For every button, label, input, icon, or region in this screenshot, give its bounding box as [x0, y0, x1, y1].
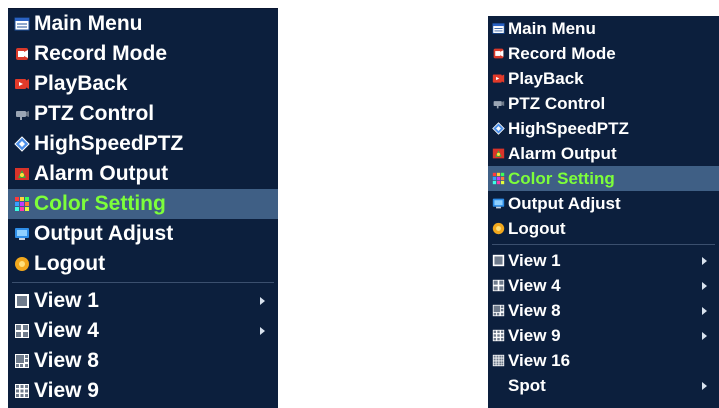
menu-item-label: View 4	[34, 319, 99, 342]
menu-item-label: Logout	[34, 252, 106, 275]
menu-item-label: View 1	[34, 289, 99, 312]
menu-item-label: PTZ Control	[34, 102, 155, 125]
menu-divider	[12, 282, 274, 283]
view-9-icon	[492, 329, 505, 342]
menu-item-spot[interactable]: Spot	[488, 373, 719, 398]
output-adjust-icon	[14, 226, 30, 242]
menu-item-view-9[interactable]: View 9	[8, 376, 278, 406]
menu-divider	[492, 244, 715, 245]
menu-item-label: PTZ Control	[508, 93, 606, 113]
menu-item-label: Color Setting	[508, 168, 615, 188]
menu-item-main-menu[interactable]: Main Menu	[488, 16, 719, 41]
menu-item-label: Output Adjust	[34, 222, 174, 245]
view-9-icon	[14, 383, 30, 399]
alarm-output-icon	[492, 147, 505, 160]
menu-item-view-8[interactable]: View 8	[488, 298, 719, 323]
color-setting-icon	[14, 196, 30, 212]
menu-item-label: HighSpeedPTZ	[34, 132, 184, 155]
menu-item-alarm-output[interactable]: Alarm Output	[8, 159, 278, 189]
menu-item-label: View 8	[34, 349, 99, 372]
menu-item-logout[interactable]: Logout	[488, 216, 719, 241]
submenu-arrow-icon	[260, 297, 265, 305]
view-4-icon	[492, 279, 505, 292]
menu-item-label: Alarm Output	[508, 143, 617, 163]
menu-item-view-8[interactable]: View 8	[8, 346, 278, 376]
main-menu-icon	[492, 22, 505, 35]
menu-item-label: Output Adjust	[508, 193, 621, 213]
ptz-control-icon	[14, 106, 30, 122]
menu-item-highspeed-ptz[interactable]: HighSpeedPTZ	[488, 116, 719, 141]
menu-item-playback[interactable]: PlayBack	[8, 69, 278, 99]
menu-item-playback[interactable]: PlayBack	[488, 66, 719, 91]
menu-item-ptz-control[interactable]: PTZ Control	[488, 91, 719, 116]
alarm-output-icon	[14, 166, 30, 182]
menu-item-label: Main Menu	[34, 12, 143, 35]
menu-item-label: View 4	[508, 275, 561, 295]
ptz-control-icon	[492, 97, 505, 110]
output-adjust-icon	[492, 197, 505, 210]
menu-item-main-menu[interactable]: Main Menu	[8, 9, 278, 39]
playback-icon	[14, 76, 30, 92]
menu-item-logout[interactable]: Logout	[8, 249, 278, 279]
menu-item-view-1[interactable]: View 1	[488, 248, 719, 273]
menu-item-label: Spot	[508, 375, 546, 395]
view-1-icon	[14, 293, 30, 309]
submenu-arrow-icon	[702, 281, 707, 290]
view-16-icon	[492, 354, 505, 367]
submenu-arrow-icon	[702, 381, 707, 390]
menu-item-label: Alarm Output	[34, 162, 169, 185]
view-1-icon	[492, 254, 505, 267]
menu-item-output-adjust[interactable]: Output Adjust	[8, 219, 278, 249]
menu-item-label: View 8	[508, 300, 561, 320]
view-4-icon	[14, 323, 30, 339]
menu-item-color-setting[interactable]: Color Setting	[8, 189, 278, 219]
menu-item-label: Logout	[508, 218, 566, 238]
view-8-icon	[14, 353, 30, 369]
menu-item-record-mode[interactable]: Record Mode	[488, 41, 719, 66]
view-8-icon	[492, 304, 505, 317]
menu-item-label: Record Mode	[508, 43, 616, 63]
menu-item-view-9[interactable]: View 9	[488, 323, 719, 348]
logout-icon	[492, 222, 505, 235]
menu-item-label: Color Setting	[34, 192, 166, 215]
context-menu-left: Main Menu Record Mode PlayBack PTZ Contr…	[8, 8, 278, 408]
submenu-arrow-icon	[702, 331, 707, 340]
menu-item-label: View 1	[508, 250, 561, 270]
menu-item-view-4[interactable]: View 4	[8, 316, 278, 346]
submenu-arrow-icon	[260, 327, 265, 335]
highspeed-ptz-icon	[14, 136, 30, 152]
color-setting-icon	[492, 172, 505, 185]
menu-item-view-1[interactable]: View 1	[8, 286, 278, 316]
menu-item-label: View 9	[34, 379, 99, 402]
menu-item-label: Main Menu	[508, 18, 596, 38]
record-mode-icon	[14, 46, 30, 62]
logout-icon	[14, 256, 30, 272]
menu-item-label: View 16	[508, 350, 571, 370]
menu-item-label: HighSpeedPTZ	[508, 118, 629, 138]
menu-item-ptz-control[interactable]: PTZ Control	[8, 99, 278, 129]
main-menu-icon	[14, 16, 30, 32]
playback-icon	[492, 72, 505, 85]
menu-item-color-setting[interactable]: Color Setting	[488, 166, 719, 191]
menu-item-label: PlayBack	[34, 72, 128, 95]
menu-item-alarm-output[interactable]: Alarm Output	[488, 141, 719, 166]
highspeed-ptz-icon	[492, 122, 505, 135]
submenu-arrow-icon	[702, 256, 707, 265]
context-menu-right: Main Menu Record Mode PlayBack PTZ Contr…	[488, 16, 719, 408]
menu-item-view-16[interactable]: View 16	[488, 348, 719, 373]
submenu-arrow-icon	[702, 306, 707, 315]
record-mode-icon	[492, 47, 505, 60]
menu-item-label: PlayBack	[508, 68, 584, 88]
menu-item-label: Record Mode	[34, 42, 168, 65]
menu-item-view-4[interactable]: View 4	[488, 273, 719, 298]
menu-item-output-adjust[interactable]: Output Adjust	[488, 191, 719, 216]
screenshot-stage: Main Menu Record Mode PlayBack PTZ Contr…	[0, 0, 719, 408]
menu-item-record-mode[interactable]: Record Mode	[8, 39, 278, 69]
menu-item-highspeed-ptz[interactable]: HighSpeedPTZ	[8, 129, 278, 159]
menu-item-label: View 9	[508, 325, 561, 345]
